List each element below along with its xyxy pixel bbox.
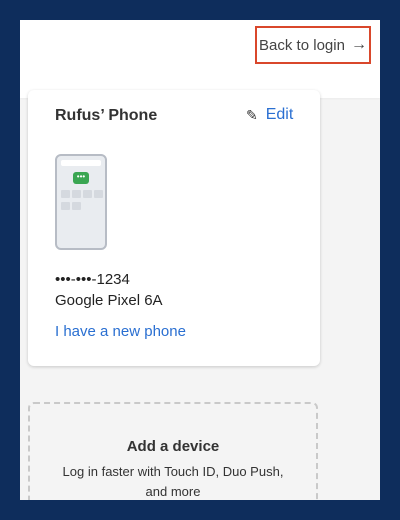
phone-illustration-icon: ••• — [55, 154, 107, 250]
phone-topbar — [61, 160, 101, 166]
app-tile — [72, 202, 81, 210]
app-tile — [94, 190, 103, 198]
app-tile — [61, 202, 70, 210]
arrow-right-icon: → — [350, 36, 367, 53]
duo-badge-icon: ••• — [73, 172, 89, 184]
add-device-subtitle-line1: Log in faster with Touch ID, Duo Push, — [62, 464, 284, 479]
app-frame: Back to login → Rufus’ Phone ✎ Edit ••• … — [20, 20, 380, 500]
add-device-card[interactable]: Add a device Log in faster with Touch ID… — [28, 402, 318, 500]
device-name: Rufus’ Phone — [55, 107, 158, 124]
masked-phone-number: •••-•••-1234 — [55, 271, 130, 288]
pencil-icon: ✎ — [246, 106, 258, 123]
header: Back to login → — [20, 20, 380, 98]
back-to-login-link[interactable]: Back to login → — [255, 26, 371, 64]
app-tile — [61, 190, 70, 198]
app-tile — [72, 190, 81, 198]
add-device-subtitle-line2: and more — [145, 484, 201, 499]
add-device-title: Add a device — [126, 438, 220, 455]
edit-device-button[interactable]: ✎ Edit — [246, 106, 293, 124]
add-device-subtitle: Log in faster with Touch ID, Duo Push, a… — [30, 462, 316, 500]
edit-label: Edit — [265, 106, 294, 123]
new-phone-link[interactable]: I have a new phone — [55, 323, 186, 340]
device-model: Google Pixel 6A — [55, 292, 163, 309]
device-card: Rufus’ Phone ✎ Edit ••• •••-•••-1234 Goo… — [28, 90, 320, 366]
app-tile — [83, 190, 92, 198]
back-to-login-label: Back to login — [259, 36, 345, 54]
